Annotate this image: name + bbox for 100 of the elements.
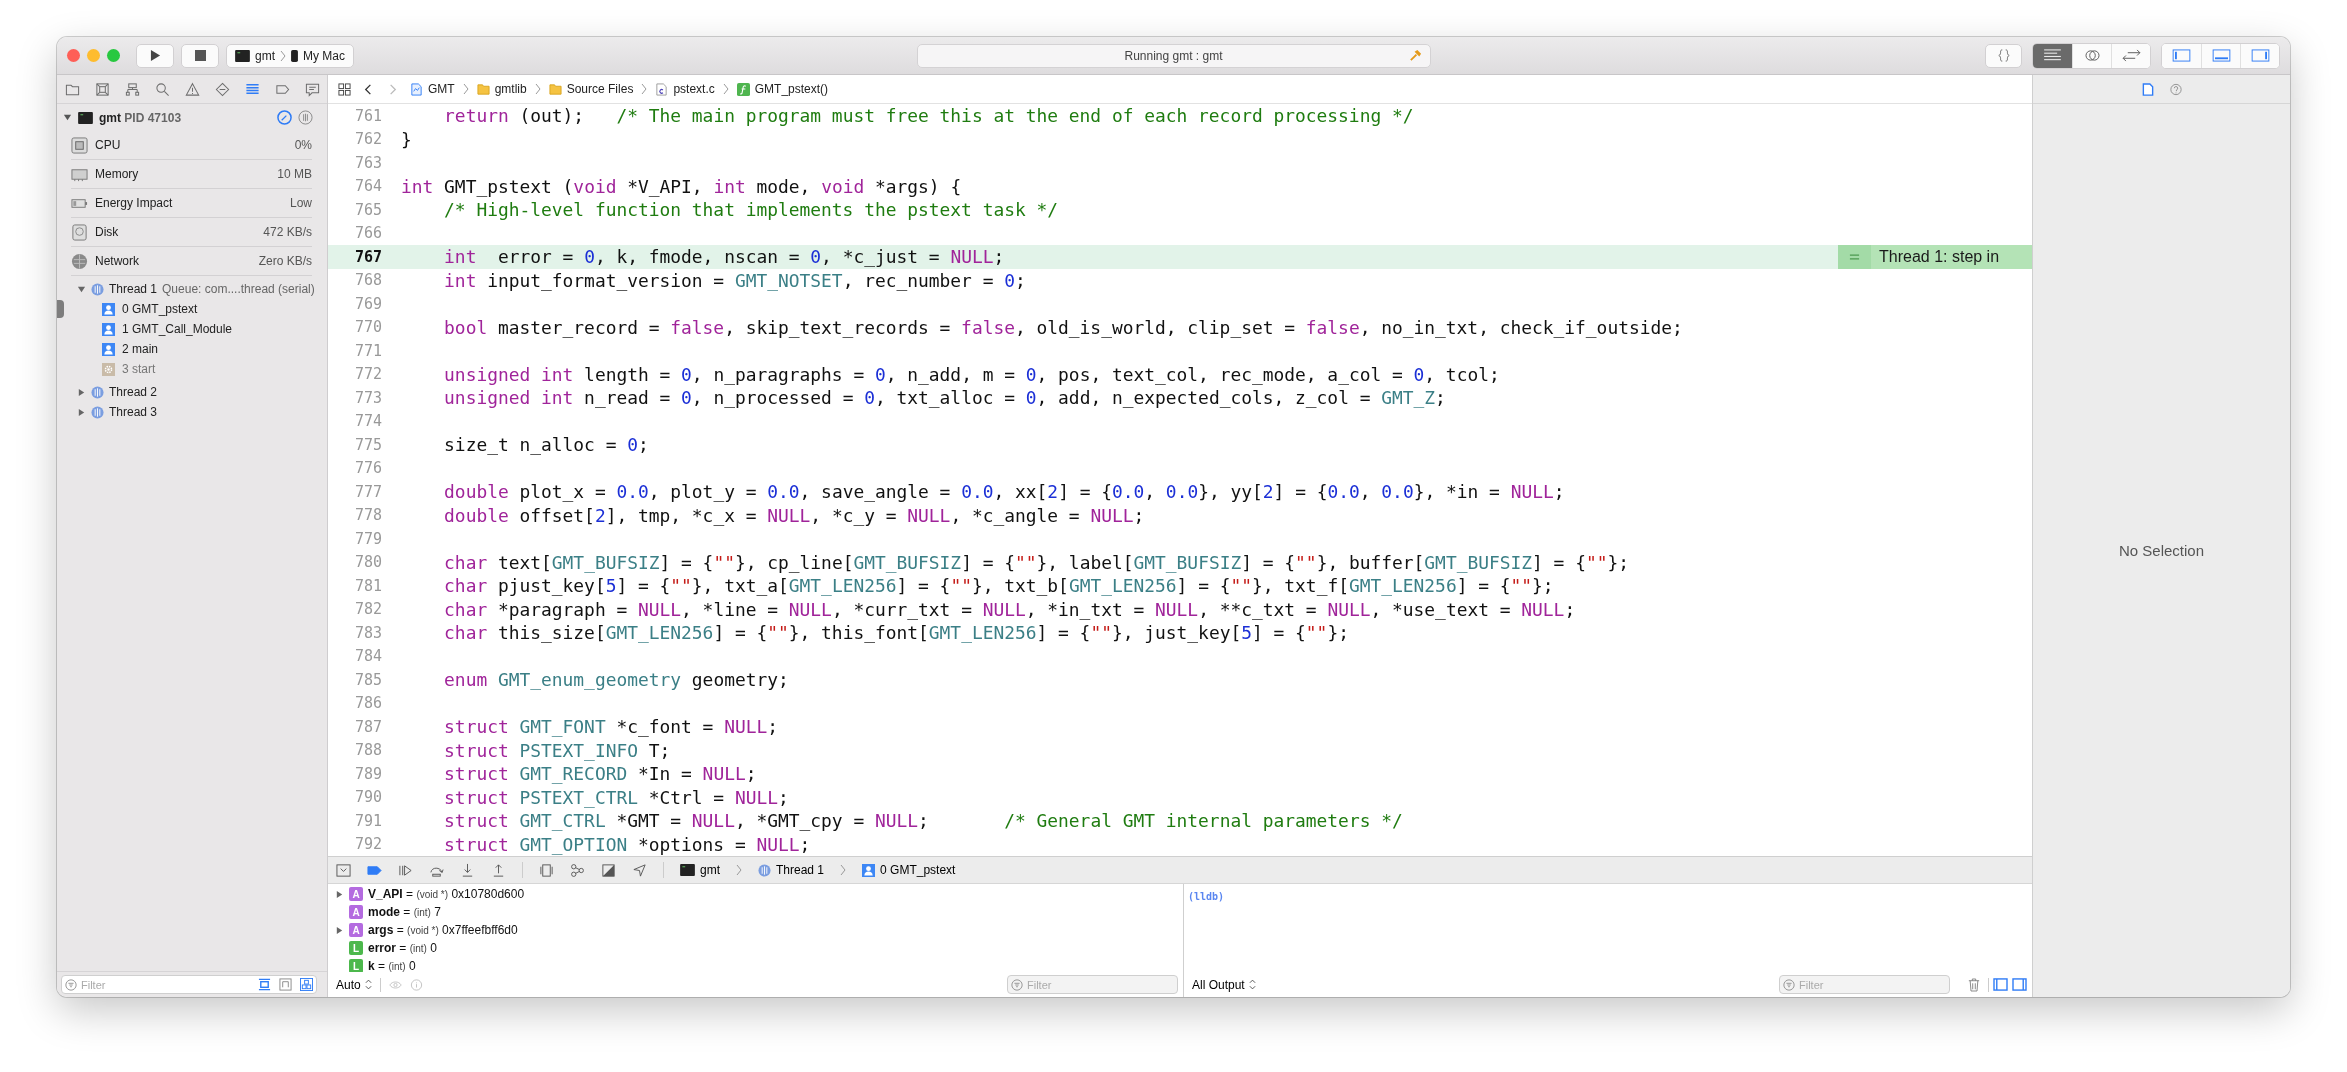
zoom-button[interactable]: [107, 49, 120, 62]
chevron-icon: [840, 864, 847, 876]
process-name: gmt PID 47103: [99, 110, 182, 125]
path-crumb[interactable]: GMT: [410, 82, 455, 96]
chevron-icon: [641, 83, 648, 95]
thread-icon: [91, 405, 104, 419]
code-line: int input_format_version = GMT_NOTSET, rec_number = 0;: [443, 269, 1026, 291]
debug-crumb[interactable]: gmt: [680, 863, 720, 877]
disclosure-triangle-icon[interactable]: [77, 387, 86, 397]
debug-gauge[interactable]: Energy Impact Low: [71, 189, 312, 218]
trash-icon[interactable]: [1968, 977, 1980, 992]
thread-row[interactable]: Thread 1 Queue: com....thread (serial): [57, 279, 327, 299]
variable-text: error = (int) 0: [368, 941, 437, 955]
library-button[interactable]: [1985, 43, 2022, 68]
disclosure-triangle-icon[interactable]: [63, 113, 72, 122]
line-number: 779: [353, 529, 382, 548]
code-line: double plot_x = 0.0, plot_y = 0.0, save_angle = 0.0, xx[2] = {0.0, 0.0}, yy[2] = {0.0, 0.0}, *in = NULL;: [443, 481, 1565, 503]
line-number: 784: [353, 647, 382, 666]
line-number: 770: [353, 318, 382, 337]
disclosure-triangle-icon[interactable]: [77, 284, 86, 294]
stack-frame[interactable]: 2 main: [57, 339, 327, 359]
help-icon: [2169, 82, 2182, 96]
crossed-square-icon: [94, 81, 110, 97]
terminal-icon: [680, 864, 695, 876]
thread-row[interactable]: Thread 2: [57, 382, 327, 402]
path-crumb[interactable]: GMT_pstext(): [736, 82, 829, 96]
variable-row[interactable]: A args = (void *) 0x7ffeefbff6d0: [328, 921, 1183, 939]
path-crumb[interactable]: gmtlib: [476, 82, 527, 96]
variable-row[interactable]: A V_API = (void *) 0x10780d600: [328, 885, 1183, 903]
version-editor-button[interactable]: [2111, 43, 2150, 68]
right-pane-icon[interactable]: [2012, 978, 2027, 991]
panel-icon: [2250, 49, 2270, 62]
text-lines-icon: [2043, 49, 2062, 62]
thread-name: Thread 1: [109, 282, 158, 296]
gauge-label: Network: [95, 254, 140, 268]
run-button[interactable]: [136, 43, 174, 68]
scope-badge: A: [349, 923, 363, 937]
location-arrow-icon[interactable]: [632, 862, 647, 878]
standard-editor-button[interactable]: [2033, 43, 2072, 68]
inspector-panel-toggle[interactable]: [2240, 43, 2279, 68]
scope-badge: L: [349, 941, 363, 955]
gauge-label: CPU: [95, 138, 122, 152]
line-number: 781: [353, 576, 382, 595]
layers-icon[interactable]: [539, 862, 554, 878]
path-crumb[interactable]: pstext.c: [655, 82, 715, 96]
close-button[interactable]: [67, 49, 80, 62]
variable-row[interactable]: A mode = (int) 7: [328, 903, 1183, 921]
line-number: 771: [353, 341, 382, 360]
stack-frame[interactable]: 0 GMT_pstext: [57, 299, 327, 319]
disclosure-triangle-icon[interactable]: [77, 407, 86, 417]
grouped-blocks-icon[interactable]: [300, 978, 313, 991]
debug-gauge[interactable]: Disk 472 KB/s: [71, 218, 312, 247]
scope-selector[interactable]: Auto: [336, 977, 372, 992]
disclosure-triangle-icon[interactable]: [335, 889, 344, 899]
code-line: struct GMT_FONT *c_font = NULL;: [443, 716, 778, 738]
debug-gauge[interactable]: Memory 10 MB: [71, 160, 312, 189]
step-into-icon[interactable]: [460, 862, 475, 878]
gauge-value: 10 MB: [277, 167, 312, 181]
path-crumb[interactable]: Source Files: [548, 82, 634, 96]
scope-badge: A: [349, 905, 363, 919]
scheme-selector[interactable]: gmt My Mac: [226, 43, 354, 68]
variable-row[interactable]: L k = (int) 0: [328, 957, 1183, 972]
debug-crumb[interactable]: Thread 1: [758, 863, 825, 877]
hide-panel-icon[interactable]: [336, 862, 351, 878]
debug-gauge[interactable]: CPU 0%: [71, 131, 312, 160]
thread-badge[interactable]: Thread 1: step in: [1838, 245, 2032, 269]
debug-gauge[interactable]: Network Zero KB/s: [71, 247, 312, 276]
thread-row[interactable]: Thread 3: [57, 402, 327, 422]
document-icon: [2141, 82, 2154, 96]
debug-crumb[interactable]: 0 GMT_pstext: [862, 863, 956, 877]
search-icon: [154, 81, 170, 97]
list-icon: [244, 81, 260, 97]
line-number: 789: [353, 764, 382, 783]
output-selector[interactable]: All Output: [1192, 977, 1256, 992]
grid-icon[interactable]: [338, 82, 351, 96]
stack-frame[interactable]: 3 start: [57, 359, 327, 379]
chevron-icon: [736, 864, 742, 876]
gear-icon: [102, 362, 115, 376]
code-line: unsigned int n_read = 0, n_processed = 0, txt_alloc = 0, add, n_expected_cols, z_col = GMT_Z;: [443, 387, 1446, 409]
empty-inspector-message: No Selection: [2118, 542, 2205, 559]
code-line: }: [401, 128, 412, 150]
graph-nodes-icon[interactable]: [570, 862, 585, 878]
stack-frame[interactable]: 1 GMT_Call_Module: [57, 319, 327, 339]
folder-icon: [476, 82, 490, 96]
line-number: 775: [353, 435, 382, 454]
line-number: 782: [353, 600, 382, 619]
variable-row[interactable]: L error = (int) 0: [328, 939, 1183, 957]
gauge-icon[interactable]: [277, 110, 292, 125]
pause-icon[interactable]: [298, 110, 313, 125]
person-icon: [102, 342, 115, 356]
line-number: 762: [353, 130, 382, 149]
code-line: struct PSTEXT_CTRL *Ctrl = NULL;: [443, 786, 789, 808]
step-out-icon[interactable]: [491, 862, 506, 878]
left-pane-icon[interactable]: [1993, 978, 2008, 991]
stop-button[interactable]: [181, 43, 219, 68]
continue-icon[interactable]: [398, 862, 413, 878]
framed-square-icon[interactable]: [258, 978, 271, 991]
disclosure-triangle-icon[interactable]: [335, 925, 344, 935]
line-number: 767: [353, 247, 382, 266]
half-filled-square-icon[interactable]: [601, 862, 616, 878]
